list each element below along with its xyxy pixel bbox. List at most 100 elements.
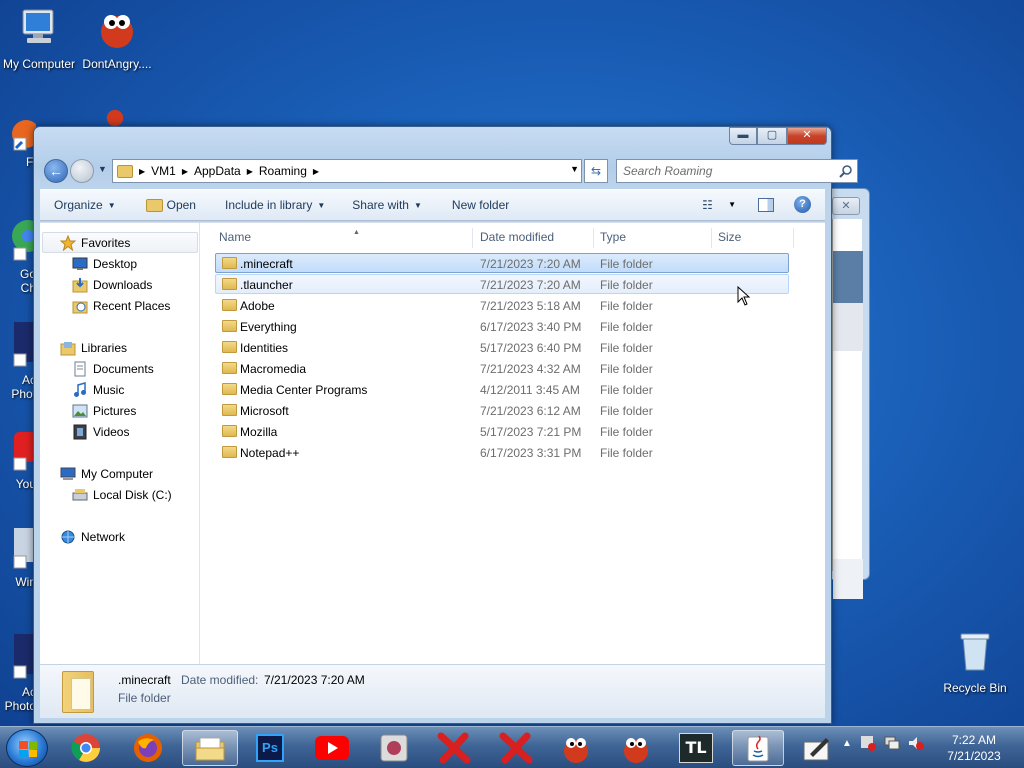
column-header-size[interactable]: Size: [712, 228, 794, 248]
taskbar-app[interactable]: [368, 730, 420, 766]
address-dropdown[interactable]: ▼: [570, 164, 579, 174]
nav-pictures[interactable]: Pictures: [72, 403, 136, 419]
nav-my-computer[interactable]: My Computer: [60, 466, 153, 482]
desktop-icon-partial[interactable]: Win: [0, 524, 36, 594]
nav-network[interactable]: Network: [60, 529, 125, 545]
include-in-library-button[interactable]: Include in library ▼: [225, 198, 325, 212]
recent-pages-dropdown[interactable]: ▼: [98, 164, 107, 174]
content-area: Favorites Desktop Downloads Recent Place…: [40, 222, 825, 664]
desktop-icon-partial[interactable]: Fi: [0, 112, 36, 182]
open-button[interactable]: Open: [145, 198, 196, 212]
desktop-icon-partial[interactable]: Go Ch: [0, 214, 36, 298]
share-with-button[interactable]: Share with ▼: [352, 198, 422, 212]
nav-local-disk[interactable]: Local Disk (C:): [72, 487, 172, 503]
desktop-icon-partial[interactable]: You: [0, 428, 36, 494]
taskbar-java[interactable]: [732, 730, 784, 766]
taskbar-chrome[interactable]: [60, 730, 112, 766]
nav-music[interactable]: Music: [72, 382, 124, 398]
nav-downloads[interactable]: Downloads: [72, 277, 152, 293]
tlauncher-icon: TL: [679, 733, 713, 763]
photoshop-label: Ps: [262, 740, 278, 755]
desktop-icon-partial[interactable]: Ac Photo: [0, 630, 36, 714]
chevron-down-icon[interactable]: ▼: [728, 200, 736, 209]
column-header-type[interactable]: Type: [594, 228, 712, 248]
documents-icon: [74, 361, 86, 377]
new-folder-button[interactable]: New folder: [452, 198, 509, 212]
explorer-icon: [195, 737, 225, 761]
background-window[interactable]: ✕: [832, 188, 870, 599]
file-row[interactable]: Identities 5/17/2023 6:40 PM File folder: [215, 337, 789, 357]
nav-favorites[interactable]: Favorites: [60, 235, 130, 251]
network-tray-icon[interactable]: [884, 735, 900, 751]
action-center-icon[interactable]: [860, 735, 876, 751]
maximize-button[interactable]: ▢: [757, 127, 787, 145]
desktop-icon-label: Ac: [21, 373, 36, 387]
desktop-icon-recycle-bin[interactable]: Recycle Bin: [936, 630, 1014, 695]
minimize-button[interactable]: ▬: [729, 127, 757, 145]
file-row[interactable]: .minecraft 7/21/2023 7:20 AM File folder: [215, 253, 789, 273]
help-icon[interactable]: ?: [794, 196, 811, 213]
taskbar-dontangry[interactable]: [550, 730, 602, 766]
breadcrumb-separator[interactable]: ▶: [247, 167, 253, 176]
file-name: Media Center Programs: [240, 383, 368, 397]
nav-videos[interactable]: Videos: [72, 424, 129, 440]
file-row[interactable]: Macromedia 7/21/2023 4:32 AM File folder: [215, 358, 789, 378]
taskbar-x-app[interactable]: [490, 730, 542, 766]
taskbar-youtube[interactable]: [306, 730, 358, 766]
back-button[interactable]: ←: [44, 159, 68, 183]
close-button[interactable]: ✕: [787, 127, 827, 145]
search-input[interactable]: Search Roaming: [616, 159, 858, 183]
column-header-date[interactable]: Date modified: [474, 228, 594, 248]
address-bar[interactable]: ▶ VM1 ▶ AppData ▶ Roaming ▶ ▼: [112, 159, 582, 183]
file-row[interactable]: Mozilla 5/17/2023 7:21 PM File folder: [215, 421, 789, 441]
close-icon[interactable]: ✕: [832, 197, 860, 215]
breadcrumb-vm1[interactable]: VM1: [151, 164, 176, 178]
taskbar-dontangry[interactable]: [610, 730, 662, 766]
desktop-icon-dontangry[interactable]: DontAngry....: [78, 6, 156, 71]
libraries-icon: [60, 342, 76, 356]
breadcrumb-separator[interactable]: ▶: [139, 167, 145, 176]
taskbar-x-app[interactable]: [428, 730, 480, 766]
tray-expand-icon[interactable]: ▲: [842, 738, 852, 749]
desktop-icon-partial[interactable]: Ac Phot: [0, 318, 36, 402]
windows-logo-icon: [19, 741, 37, 757]
nav-desktop[interactable]: Desktop: [72, 256, 137, 272]
explorer-window[interactable]: ▬ ▢ ✕ ← ▼ ▶ VM1 ▶ AppData ▶ Roaming ▶ ▼ …: [33, 126, 858, 724]
desktop-icon-label: Win: [15, 575, 36, 589]
forward-button[interactable]: [70, 159, 94, 183]
volume-muted-icon[interactable]: [908, 735, 924, 751]
file-row[interactable]: Media Center Programs 4/12/2011 3:45 AM Fi…: [215, 379, 789, 399]
nav-recent-places[interactable]: Recent Places: [72, 298, 170, 314]
file-name: Everything: [240, 320, 297, 334]
background-window-bar: [833, 251, 863, 303]
file-row[interactable]: Microsoft 7/21/2023 6:12 AM File folder: [215, 400, 789, 420]
file-row[interactable]: Everything 6/17/2023 3:40 PM File folder: [215, 316, 789, 336]
organize-button[interactable]: Organize ▼: [54, 198, 116, 212]
taskbar-photoshop[interactable]: Ps: [244, 730, 296, 766]
taskbar-explorer[interactable]: [182, 730, 238, 766]
column-header-name[interactable]: Name ▲: [213, 228, 473, 248]
refresh-icon[interactable]: ⇆: [584, 159, 608, 183]
clock[interactable]: 7:22 AM 7/21/2023: [932, 732, 1016, 764]
file-date: 6/17/2023 3:31 PM: [480, 446, 582, 460]
search-icon[interactable]: [839, 164, 853, 178]
start-button[interactable]: [6, 729, 48, 767]
file-row[interactable]: .tlauncher 7/21/2023 7:20 AM File folder: [215, 274, 789, 294]
breadcrumb-roaming[interactable]: Roaming: [259, 164, 307, 178]
nav-libraries[interactable]: Libraries: [60, 340, 127, 356]
nav-documents[interactable]: Documents: [72, 361, 154, 377]
view-options-icon[interactable]: ☷: [702, 198, 720, 212]
desktop-icon-my-computer[interactable]: My Computer: [0, 6, 78, 71]
taskbar-firefox[interactable]: [122, 730, 174, 766]
breadcrumb-separator[interactable]: ▶: [313, 167, 319, 176]
breadcrumb-appdata[interactable]: AppData: [194, 164, 241, 178]
file-row[interactable]: Adobe 7/21/2023 5:18 AM File folder: [215, 295, 789, 315]
nav-label: My Computer: [81, 467, 154, 481]
details-pane: .minecraft Date modified: 7/21/2023 7:20…: [40, 664, 825, 718]
preview-pane-icon[interactable]: [758, 197, 774, 212]
details-date-value: 7/21/2023 7:20 AM: [264, 673, 365, 687]
taskbar-tlauncher[interactable]: TL: [670, 730, 722, 766]
breadcrumb-separator[interactable]: ▶: [182, 167, 188, 176]
taskbar-notepad[interactable]: [794, 730, 840, 766]
file-row[interactable]: Notepad++ 6/17/2023 3:31 PM File folder: [215, 442, 789, 462]
